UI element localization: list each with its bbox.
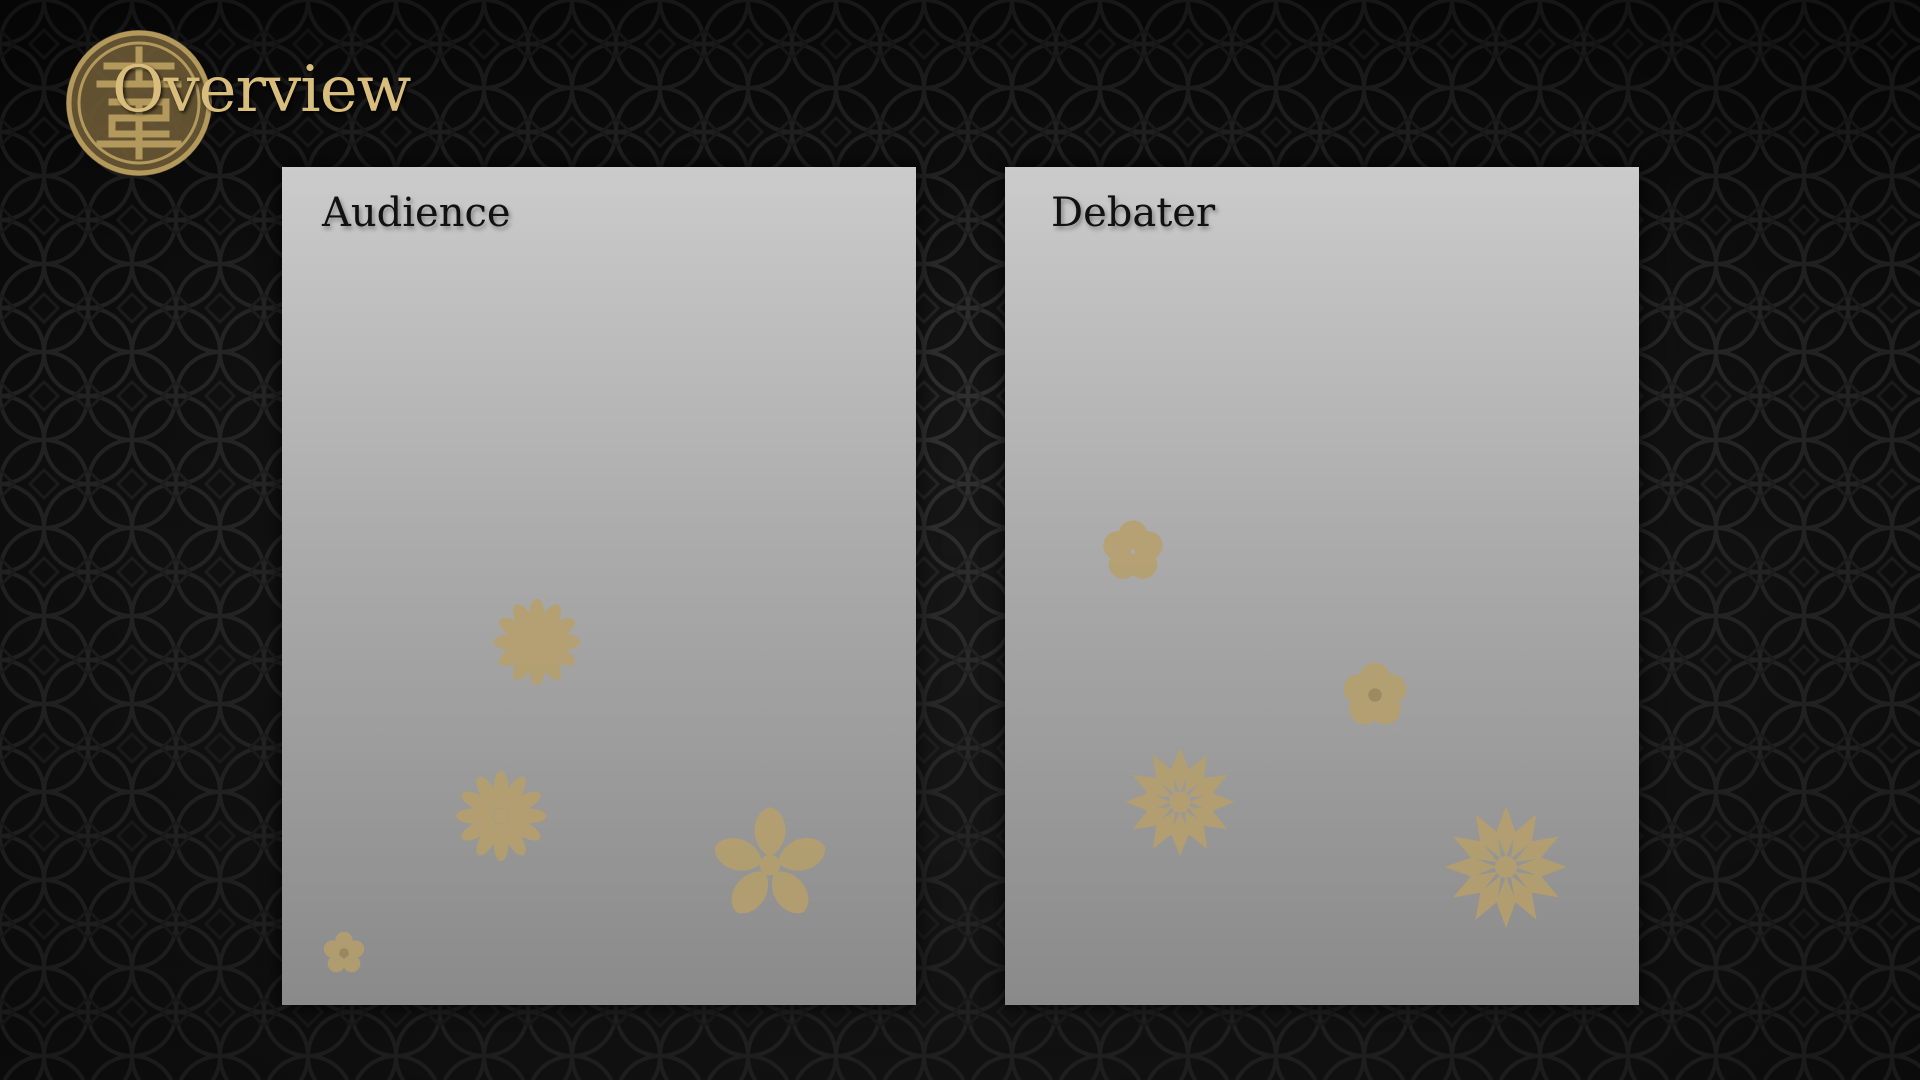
plum-blossom-icon bbox=[1103, 520, 1163, 579]
debater-panel-label: Debater bbox=[1051, 190, 1216, 236]
chrysanthemum-icon bbox=[1125, 747, 1235, 857]
chrysanthemum-icon bbox=[455, 770, 547, 862]
plum-blossom-icon bbox=[1343, 662, 1407, 725]
cherry-blossom-icon bbox=[714, 807, 826, 914]
audience-panel-label: Audience bbox=[322, 190, 511, 236]
chrysanthemum-icon bbox=[493, 598, 581, 686]
small-flower-icon bbox=[323, 931, 365, 973]
audience-panel: Audience bbox=[282, 167, 916, 1005]
debater-panel: Debater bbox=[1005, 167, 1639, 1005]
chrysanthemum-icon bbox=[1445, 806, 1567, 928]
slide-title: Overview bbox=[112, 53, 411, 127]
